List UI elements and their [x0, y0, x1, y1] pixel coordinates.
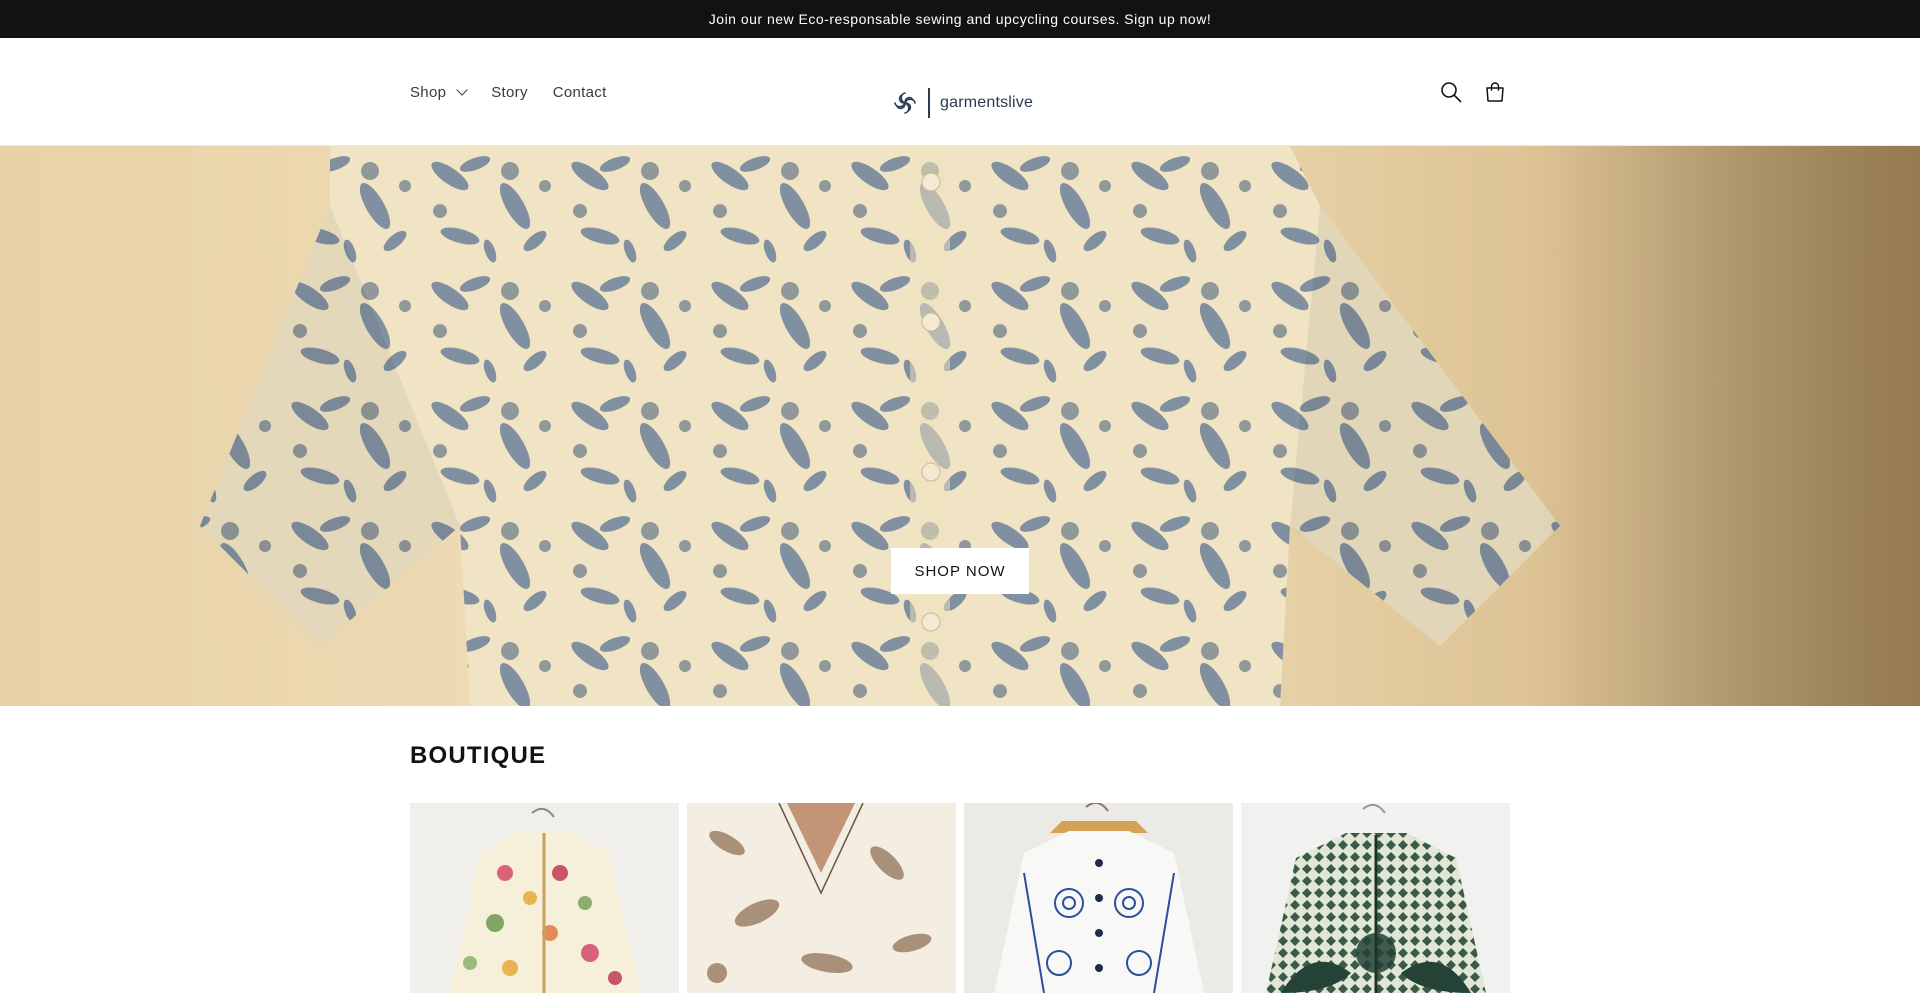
- logo-text: garmentslive: [940, 94, 1034, 111]
- nav-item-shop[interactable]: Shop: [410, 83, 468, 101]
- announcement-bar[interactable]: Join our new Eco-responsable sewing and …: [0, 0, 1920, 38]
- product-card-floral-jacket[interactable]: [410, 803, 679, 993]
- cart-button[interactable]: [1484, 81, 1506, 103]
- main-nav: Shop Story Contact: [410, 38, 607, 146]
- header-actions: [1440, 38, 1506, 146]
- product-card-blue-white-jacket[interactable]: [964, 803, 1233, 993]
- nav-item-story[interactable]: Story: [491, 84, 528, 101]
- product-card-brown-blouse[interactable]: [687, 803, 956, 993]
- search-icon: [1441, 82, 1462, 103]
- nav-item-story-label: Story: [491, 83, 528, 101]
- shop-now-button[interactable]: SHOP NOW: [891, 548, 1029, 594]
- product-card-green-jacket[interactable]: [1241, 803, 1510, 993]
- site-header: Shop Story Contact garmentslive: [0, 38, 1920, 146]
- hero-banner: SHOP NOW: [0, 146, 1920, 706]
- nav-item-contact-label: Contact: [552, 83, 607, 101]
- boutique-title: BOUTIQUE: [410, 742, 547, 769]
- site-logo[interactable]: garmentslive: [890, 86, 1033, 120]
- shop-now-label: SHOP NOW: [914, 562, 1006, 580]
- nav-item-shop-label: Shop: [410, 83, 447, 101]
- announcement-text[interactable]: Join our new Eco-responsable sewing and …: [709, 11, 1211, 27]
- product-grid: [410, 803, 1510, 993]
- nav-item-contact[interactable]: Contact: [553, 84, 607, 101]
- chevron-down-icon: [456, 84, 468, 96]
- cart-icon: [1486, 82, 1504, 102]
- logo-divider: [928, 88, 930, 118]
- product-image: [410, 803, 679, 993]
- product-image: [687, 803, 956, 993]
- product-image: [1241, 803, 1510, 993]
- hero-shirt-image: [0, 146, 1920, 706]
- swirl-logo-icon: [894, 92, 916, 114]
- search-button[interactable]: [1440, 81, 1462, 103]
- product-image: [964, 803, 1233, 993]
